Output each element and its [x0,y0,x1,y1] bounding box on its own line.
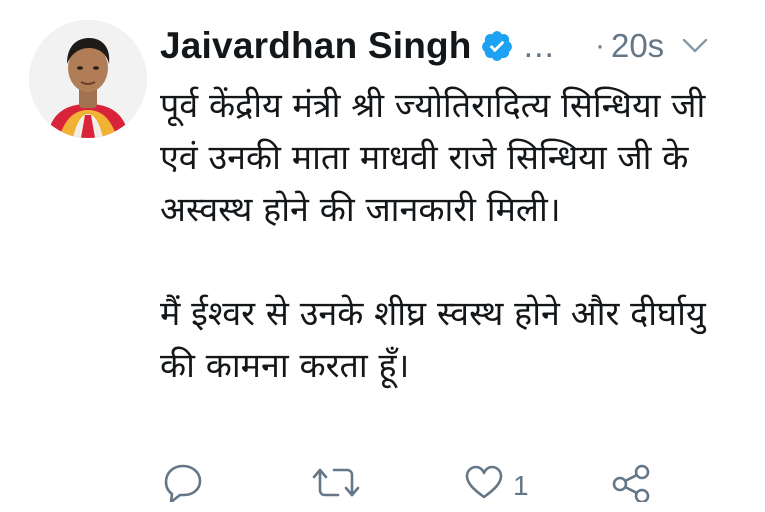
retweet-icon [312,468,360,497]
share-icon [612,464,650,502]
share-button[interactable] [610,462,652,502]
tweet-text: पूर्व केंद्रीय मंत्री श्री ज्योतिरादित्य… [160,80,750,392]
verified-badge-icon [480,29,514,63]
chevron-down-icon[interactable] [682,36,708,56]
retweet-button[interactable] [312,462,360,502]
heart-icon [465,465,503,499]
timestamp[interactable]: 20s [611,27,664,65]
tweet-card[interactable]: Jaivardhan Singh ... · 20s पूर्व केंद्री… [0,0,765,502]
avatar[interactable] [29,20,147,138]
tweet-text-paragraph-1: पूर्व केंद्रीय मंत्री श्री ज्योतिरादित्य… [160,86,706,230]
display-name[interactable]: Jaivardhan Singh [160,25,472,67]
separator-dot: · [594,29,605,62]
handle-truncated[interactable]: ... [524,27,555,66]
like-button[interactable]: 1 [463,462,529,502]
like-count: 1 [513,470,529,501]
reply-icon [164,464,202,502]
reply-button[interactable] [160,462,206,502]
tweet-actions: 1 [160,462,680,512]
tweet-text-paragraph-2: मैं ईश्वर से उनके शीघ्र स्वस्थ होने और द… [160,294,706,386]
tweet-header: Jaivardhan Singh ... · 20s [160,18,750,74]
avatar-image [29,20,147,138]
